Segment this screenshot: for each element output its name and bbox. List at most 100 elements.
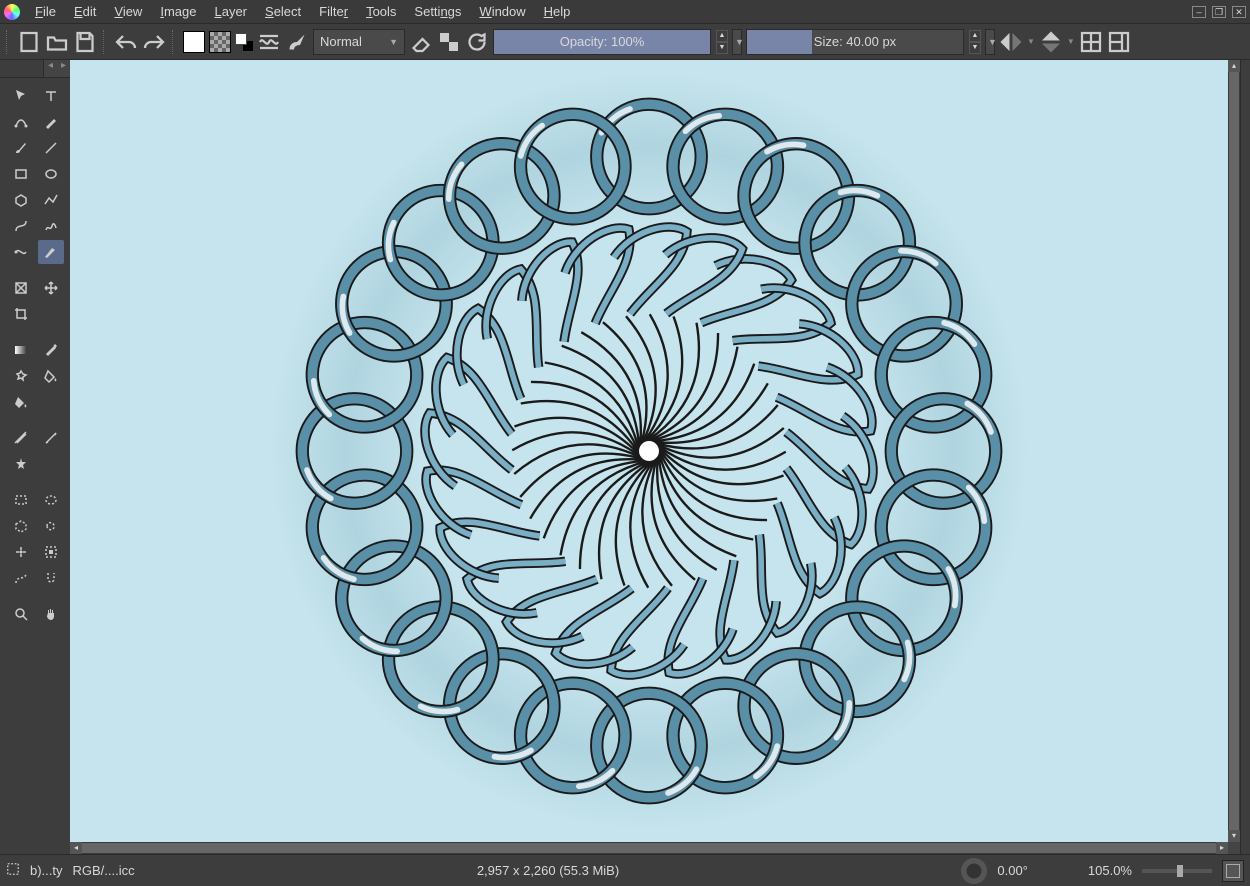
status-dimensions: 2,957 x 2,260 (55.3 MiB): [477, 863, 619, 878]
status-rotation[interactable]: 0.00°: [997, 863, 1028, 878]
wrap-button[interactable]: [1079, 30, 1103, 54]
canvas[interactable]: [70, 60, 1228, 842]
menu-edit[interactable]: Edit: [65, 2, 105, 21]
menu-settings[interactable]: Settings: [405, 2, 470, 21]
size-label: Size: 40.00 px: [814, 34, 896, 49]
eraser-mode-button[interactable]: [409, 30, 433, 54]
menu-tools[interactable]: Tools: [357, 2, 405, 21]
toolbar: Normal ▼ Opacity: 100% ▲▼ ▼ Size: 40.00 …: [0, 24, 1250, 60]
tool-smart-patch[interactable]: [8, 364, 34, 388]
background-color-swatch[interactable]: [209, 31, 231, 53]
tool-edit-shape[interactable]: [8, 110, 34, 134]
opacity-slider[interactable]: Opacity: 100%: [493, 29, 711, 55]
tool-multibrush[interactable]: [38, 240, 64, 264]
toolbox-panel: ◂▸: [0, 60, 70, 854]
tool-brush[interactable]: [8, 136, 34, 160]
swap-reset-colors[interactable]: [235, 33, 253, 51]
vscrollbar[interactable]: ▴▾: [1228, 60, 1240, 842]
tool-polygon[interactable]: [8, 188, 34, 212]
size-slider[interactable]: Size: 40.00 px: [746, 29, 964, 55]
tool-select-contiguous[interactable]: [8, 540, 34, 564]
blend-mode-combo[interactable]: Normal ▼: [313, 29, 405, 55]
status-selection-icon: [6, 862, 20, 879]
canvas-navigator[interactable]: [1222, 860, 1244, 882]
tool-move-layer[interactable]: [38, 276, 64, 300]
status-colorspace[interactable]: RGB/....icc: [73, 863, 135, 878]
pattern-button[interactable]: [257, 30, 281, 54]
tool-calligraphy[interactable]: [38, 110, 64, 134]
statusbar: b)...ty RGB/....icc 2,957 x 2,260 (55.3 …: [0, 854, 1250, 886]
workspace-button[interactable]: [1107, 30, 1131, 54]
tool-select-freehand[interactable]: [38, 514, 64, 538]
undo-button[interactable]: [114, 30, 138, 54]
app-logo-icon: [4, 4, 20, 20]
opacity-menu[interactable]: ▼: [732, 29, 742, 55]
tool-select-similar[interactable]: [38, 540, 64, 564]
minimize-button[interactable]: –: [1192, 6, 1206, 18]
tool-gradient[interactable]: [8, 338, 34, 362]
alpha-lock-button[interactable]: [437, 30, 461, 54]
opacity-label: Opacity: 100%: [560, 34, 645, 49]
menu-window[interactable]: Window: [470, 2, 534, 21]
tool-freehand-path[interactable]: [38, 214, 64, 238]
tool-ellipse[interactable]: [38, 162, 64, 186]
toolbox-tabstrip[interactable]: ◂▸: [0, 60, 70, 78]
tool-select-bezier[interactable]: [8, 566, 34, 590]
tool-pan[interactable]: [38, 602, 64, 626]
save-button[interactable]: [73, 30, 97, 54]
opacity-down[interactable]: ▼: [716, 42, 728, 54]
open-button[interactable]: [45, 30, 69, 54]
tool-select-ellipse[interactable]: [38, 488, 64, 512]
reload-button[interactable]: [465, 30, 489, 54]
window-controls: – ❐ ✕: [1192, 6, 1246, 18]
close-button[interactable]: ✕: [1232, 6, 1246, 18]
size-down[interactable]: ▼: [969, 42, 981, 54]
tool-select-rect[interactable]: [8, 488, 34, 512]
blend-mode-value: Normal: [320, 34, 362, 49]
tool-zoom[interactable]: [8, 602, 34, 626]
tool-fill[interactable]: [8, 390, 34, 414]
tool-rect[interactable]: [8, 162, 34, 186]
canvas-area: ◂▸ ▴▾: [70, 60, 1240, 854]
foreground-color-swatch[interactable]: [183, 31, 205, 53]
menu-image[interactable]: Image: [151, 2, 205, 21]
tool-polyline[interactable]: [38, 188, 64, 212]
rotation-dial[interactable]: [961, 858, 987, 884]
menu-view[interactable]: View: [105, 2, 151, 21]
maximize-button[interactable]: ❐: [1212, 6, 1226, 18]
brush-preset-button[interactable]: [285, 30, 309, 54]
tool-reference[interactable]: [8, 452, 34, 476]
mirror-h-button[interactable]: [999, 30, 1023, 54]
menu-help[interactable]: Help: [535, 2, 580, 21]
tool-assistant[interactable]: [8, 426, 34, 450]
right-dock-handle[interactable]: [1240, 60, 1250, 854]
new-doc-button[interactable]: [17, 30, 41, 54]
tool-line[interactable]: [38, 136, 64, 160]
size-menu[interactable]: ▼: [985, 29, 995, 55]
zoom-slider[interactable]: [1142, 869, 1212, 873]
menu-file[interactable]: File: [26, 2, 65, 21]
tool-bezier[interactable]: [8, 214, 34, 238]
status-zoom[interactable]: 105.0%: [1088, 863, 1132, 878]
menu-select[interactable]: Select: [256, 2, 310, 21]
chevron-down-icon: ▼: [389, 37, 398, 47]
size-up[interactable]: ▲: [969, 30, 981, 42]
menu-layer[interactable]: Layer: [205, 2, 256, 21]
tool-color-picker[interactable]: [38, 338, 64, 362]
menu-filter[interactable]: Filter: [310, 2, 357, 21]
tool-dynamic[interactable]: [8, 240, 34, 264]
status-doc-name[interactable]: b)...ty: [30, 863, 63, 878]
tool-smart-fill[interactable]: [38, 364, 64, 388]
tool-move[interactable]: [8, 84, 34, 108]
tool-text[interactable]: [38, 84, 64, 108]
canvas-artwork: [269, 71, 1029, 831]
tool-select-polygon[interactable]: [8, 514, 34, 538]
tool-measure[interactable]: [38, 426, 64, 450]
hscrollbar[interactable]: ◂▸: [70, 842, 1228, 854]
redo-button[interactable]: [142, 30, 166, 54]
tool-select-magnetic[interactable]: [38, 566, 64, 590]
mirror-v-button[interactable]: [1039, 30, 1063, 54]
tool-transform[interactable]: [8, 276, 34, 300]
opacity-up[interactable]: ▲: [716, 30, 728, 42]
tool-crop[interactable]: [8, 302, 34, 326]
